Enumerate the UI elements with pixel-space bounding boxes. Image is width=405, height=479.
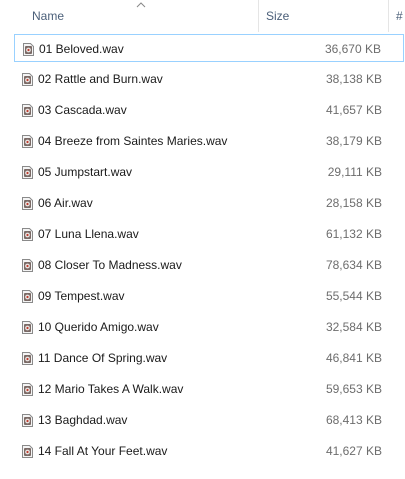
wav-audio-file-icon <box>22 445 33 458</box>
file-size: 68,413 KB <box>325 413 382 427</box>
file-name: 09 Tempest.wav <box>38 289 125 303</box>
column-header-bar: Name Size # <box>0 0 405 32</box>
column-header-number[interactable]: # <box>396 0 403 32</box>
file-row[interactable]: 13 Baghdad.wav 68,413 KB <box>14 406 404 434</box>
file-name: 10 Querido Amigo.wav <box>38 320 159 334</box>
wav-audio-file-icon <box>22 383 33 396</box>
file-name: 08 Closer To Madness.wav <box>38 258 182 272</box>
file-size: 46,841 KB <box>325 351 382 365</box>
file-row[interactable]: 14 Fall At Your Feet.wav 41,627 KB <box>14 437 404 465</box>
wav-audio-file-icon <box>22 321 33 334</box>
wav-audio-file-icon <box>22 73 33 86</box>
file-row[interactable]: 06 Air.wav 28,158 KB <box>14 189 404 217</box>
file-size: 28,158 KB <box>325 196 382 210</box>
file-row[interactable]: 03 Cascada.wav 41,657 KB <box>14 96 404 124</box>
file-row[interactable]: 07 Luna Llena.wav 61,132 KB <box>14 220 404 248</box>
file-size: 59,653 KB <box>325 382 382 396</box>
wav-audio-file-icon <box>22 228 33 241</box>
file-size: 41,657 KB <box>325 103 382 117</box>
file-row[interactable]: 05 Jumpstart.wav 29,111 KB <box>14 158 404 186</box>
file-name: 11 Dance Of Spring.wav <box>38 351 168 365</box>
file-row[interactable]: 10 Querido Amigo.wav 32,584 KB <box>14 313 404 341</box>
file-row[interactable]: 12 Mario Takes A Walk.wav 59,653 KB <box>14 375 404 403</box>
file-row[interactable]: 01 Beloved.wav 36,670 KB <box>14 34 404 62</box>
column-divider[interactable] <box>258 0 259 32</box>
file-size: 41,627 KB <box>325 444 382 458</box>
file-row[interactable]: 08 Closer To Madness.wav 78,634 KB <box>14 251 404 279</box>
file-name: 01 Beloved.wav <box>39 42 124 56</box>
file-name: 12 Mario Takes A Walk.wav <box>38 382 184 396</box>
file-size: 38,179 KB <box>325 134 382 148</box>
file-name: 03 Cascada.wav <box>38 103 127 117</box>
wav-audio-file-icon <box>23 43 34 56</box>
file-name: 04 Breeze from Saintes Maries.wav <box>38 134 228 148</box>
file-name: 13 Baghdad.wav <box>38 413 128 427</box>
wav-audio-file-icon <box>22 352 33 365</box>
file-row[interactable]: 04 Breeze from Saintes Maries.wav 38,179 … <box>14 127 404 155</box>
column-header-name[interactable]: Name <box>32 0 64 32</box>
file-name: 06 Air.wav <box>38 196 93 210</box>
wav-audio-file-icon <box>22 259 33 272</box>
file-row[interactable]: 09 Tempest.wav 55,544 KB <box>14 282 404 310</box>
wav-audio-file-icon <box>22 135 33 148</box>
file-name: 07 Luna Llena.wav <box>38 227 139 241</box>
wav-audio-file-icon <box>22 197 33 210</box>
file-name: 05 Jumpstart.wav <box>38 165 133 179</box>
file-name: 14 Fall At Your Feet.wav <box>38 444 168 458</box>
file-size: 29,111 KB <box>327 165 382 179</box>
wav-audio-file-icon <box>22 166 33 179</box>
file-name: 02 Rattle and Burn.wav <box>38 72 163 86</box>
sort-ascending-icon <box>136 2 146 8</box>
wav-audio-file-icon <box>22 104 33 117</box>
file-row[interactable]: 11 Dance Of Spring.wav 46,841 KB <box>14 344 404 372</box>
wav-audio-file-icon <box>22 290 33 303</box>
file-size: 78,634 KB <box>325 258 382 272</box>
file-size: 36,670 KB <box>324 42 381 56</box>
file-row[interactable]: 02 Rattle and Burn.wav 38,138 KB <box>14 65 404 93</box>
file-size: 55,544 KB <box>325 289 382 303</box>
file-size: 38,138 KB <box>325 72 382 86</box>
column-divider[interactable] <box>388 0 389 32</box>
column-header-size[interactable]: Size <box>266 0 289 32</box>
file-size: 32,584 KB <box>325 320 382 334</box>
file-size: 61,132 KB <box>325 227 382 241</box>
wav-audio-file-icon <box>22 414 33 427</box>
